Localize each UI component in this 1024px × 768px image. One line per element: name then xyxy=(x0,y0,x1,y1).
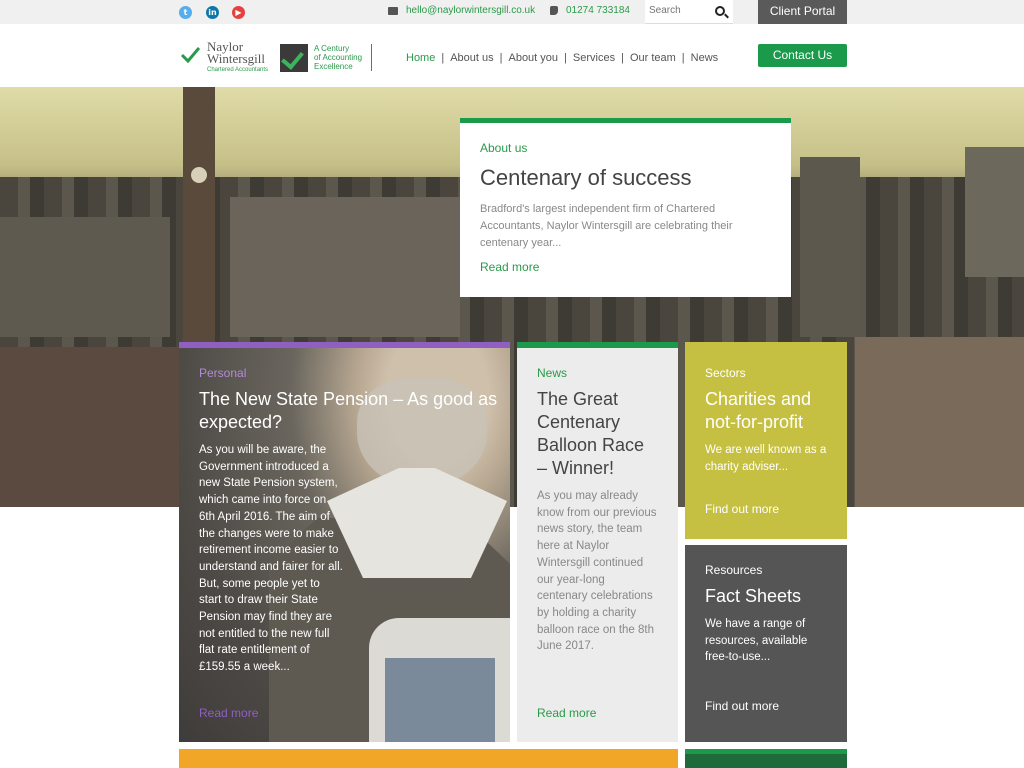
sectors-tile[interactable]: Sectors Charities and not-for-profit We … xyxy=(685,342,847,539)
search-box xyxy=(645,0,733,24)
checkmark-icon xyxy=(180,47,200,64)
site-header: Naylor Wintersgill Chartered Accountants… xyxy=(0,24,1024,87)
nav-our-team[interactable]: Our team xyxy=(624,52,682,64)
hero-read-more-link[interactable]: Read more xyxy=(480,260,771,274)
search-input[interactable] xyxy=(649,5,709,16)
news-tile[interactable]: News The Great Centenary Balloon Race – … xyxy=(517,342,678,742)
news-kicker: News xyxy=(537,366,568,380)
sectors-body: We are well known as a charity adviser..… xyxy=(705,444,827,473)
top-bar: t in ▶ hello@naylorwintersgill.co.uk 012… xyxy=(0,0,1024,24)
phone-link[interactable]: 01274 733184 xyxy=(550,5,630,16)
client-portal-button[interactable]: Client Portal xyxy=(758,0,847,24)
main-nav: Home | About us | About you | Services | Our… xyxy=(406,52,724,64)
youtube-icon[interactable]: ▶ xyxy=(232,6,245,19)
next-tile-orange[interactable] xyxy=(179,749,678,768)
linkedin-icon[interactable]: in xyxy=(206,6,219,19)
logo-subtitle: Chartered Accountants xyxy=(207,67,269,73)
logo-name: Naylor Wintersgill xyxy=(207,39,265,66)
news-title[interactable]: The Great Centenary Balloon Race – Winne… xyxy=(537,388,658,480)
hero-card-kicker[interactable]: About us xyxy=(480,141,771,155)
hero-card-body: Bradford's largest independent firm of C… xyxy=(480,203,733,249)
email-text[interactable]: hello@naylorwintersgill.co.uk xyxy=(406,5,535,16)
sectors-find-out-more-link[interactable]: Find out more xyxy=(705,502,779,516)
nav-about-you[interactable]: About you xyxy=(502,52,564,64)
personal-read-more-link[interactable]: Read more xyxy=(199,706,258,720)
resources-find-out-more-link[interactable]: Find out more xyxy=(705,699,779,713)
logo[interactable]: Naylor Wintersgill Chartered Accountants… xyxy=(180,39,372,75)
sectors-kicker: Sectors xyxy=(705,366,746,380)
phone-text[interactable]: 01274 733184 xyxy=(566,5,630,16)
nav-services[interactable]: Services xyxy=(567,52,621,64)
resources-tile[interactable]: Resources Fact Sheets We have a range of… xyxy=(685,545,847,742)
twitter-icon[interactable]: t xyxy=(179,6,192,19)
resources-title[interactable]: Fact Sheets xyxy=(705,585,827,608)
centenary-text: A Century of Accounting Excellence xyxy=(314,44,372,71)
personal-kicker: Personal xyxy=(199,366,247,380)
personal-tile[interactable]: Personal The New State Pension – As good… xyxy=(179,342,510,742)
nav-news[interactable]: News xyxy=(685,52,725,64)
hero-card-title: Centenary of success xyxy=(480,165,692,190)
nav-about-us[interactable]: About us xyxy=(444,52,499,64)
personal-title[interactable]: The New State Pension – As good as expec… xyxy=(199,388,499,434)
personal-body: As you will be aware, the Government int… xyxy=(199,444,343,674)
next-tile-green[interactable] xyxy=(685,749,847,768)
news-body: As you may already know from our previou… xyxy=(537,490,657,653)
sectors-title[interactable]: Charities and not-for-profit xyxy=(705,388,827,434)
phone-icon xyxy=(550,6,558,15)
hero-card: About us Centenary of success Bradford's… xyxy=(460,118,791,297)
envelope-icon xyxy=(388,6,398,15)
centenary-badge xyxy=(280,44,308,72)
search-icon[interactable] xyxy=(715,6,725,16)
resources-kicker: Resources xyxy=(705,563,763,577)
email-link[interactable]: hello@naylorwintersgill.co.uk xyxy=(388,5,535,16)
nav-home[interactable]: Home xyxy=(406,52,441,64)
contact-us-button[interactable]: Contact Us xyxy=(758,44,847,67)
news-read-more-link[interactable]: Read more xyxy=(537,706,596,720)
resources-body: We have a range of resources, available … xyxy=(705,618,808,664)
